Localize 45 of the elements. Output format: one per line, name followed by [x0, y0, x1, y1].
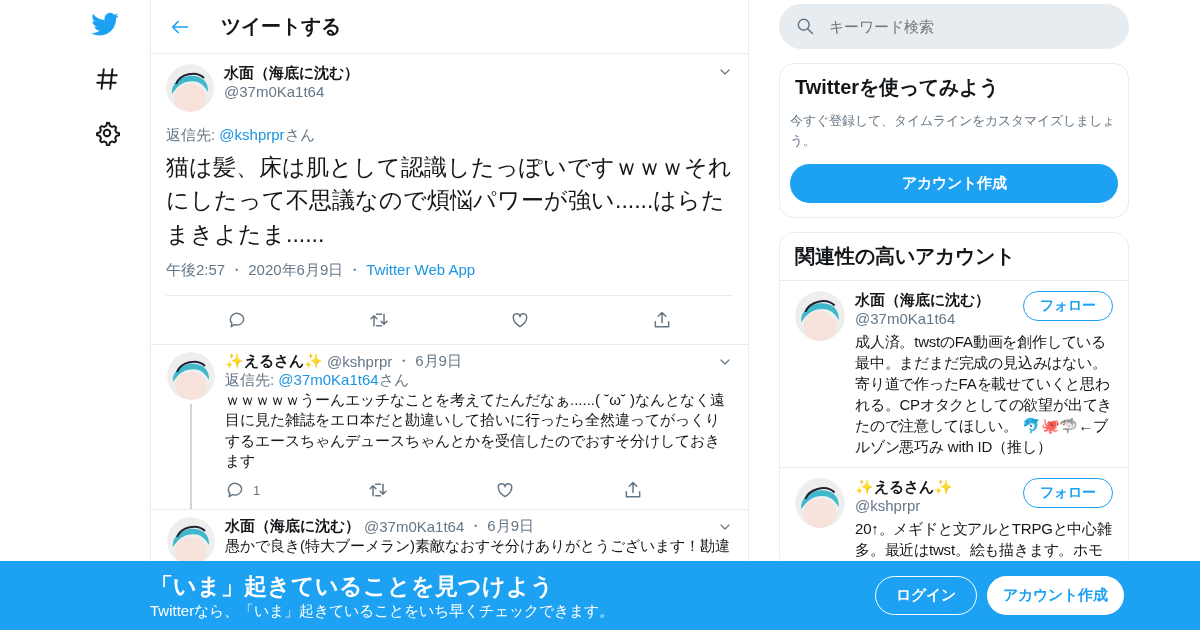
tweet-time: 午後2:57 [166, 261, 226, 281]
signup-button[interactable]: アカウント作成 [987, 576, 1124, 615]
mention-link[interactable]: @37m0Ka1t64 [278, 371, 379, 389]
user-handle: @kshprpr [855, 497, 922, 514]
tweet-date: 6月9日 [487, 517, 534, 537]
source-link[interactable]: Twitter Web App [366, 261, 476, 281]
follow-button[interactable]: フォロー [1023, 478, 1113, 508]
separator: ・ [229, 261, 245, 281]
search-icon[interactable] [795, 16, 815, 36]
user-bio: 成人済。twstのFA動画を創作している最中。まだまだ完成の見込みはない。寄り道で作ったFAを載せていくと思われる。CPオタクとしての欲望が出てきたので注意してほしい。 🐬🐙🦈←ブルゾン悪巧み with ID（推し） [855, 332, 1114, 457]
card-text: 今すぐ登録して、タイムラインをカスタマイズしましょう。 [789, 112, 1116, 150]
reply-context: 返信先: @kshprprさん [166, 126, 316, 145]
user-name: 水面（海底に沈む） [225, 517, 360, 537]
user-handle: @37m0Ka1t64 [224, 83, 326, 100]
follow-button[interactable]: フォロー [1023, 291, 1113, 321]
search-field[interactable]: キーワード検索 [779, 4, 1129, 49]
user-name: ✨えるさん✨ [225, 352, 323, 372]
user-name: 水面（海底に沈む） [855, 291, 991, 310]
tweet-text: ｗｗｗｗｗうーんエッチなことを考えてたんだなぁ......( ˘ω˘ )なんとなく遠目に見た雑誌をエロ本だと勘違いして拾いに行ったら全然違ってがっくりするエースちゃんデュースちゃんとかを受信したのでおすそ分けしておきます [225, 390, 727, 471]
reply-count: 1 [253, 482, 261, 498]
separator: ・ [396, 352, 412, 372]
hashtag-icon[interactable] [94, 66, 120, 92]
mention-link[interactable]: @kshprpr [219, 126, 285, 143]
banner-text: Twitterなら、「いま」起きていることをいち早くチェックできます。 [150, 601, 616, 621]
user-handle: @37m0Ka1t64 [855, 310, 957, 327]
tweet-date: 2020年6月9日 [248, 261, 344, 281]
signup-button[interactable]: アカウント作成 [790, 164, 1118, 203]
user-bio: 20↑。メギドと文アルとTRPGと中心雑多。最近はtwst。絵も描きます。ホモ [855, 519, 1113, 560]
settings-icon[interactable] [94, 120, 120, 146]
user-handle: @37m0Ka1t64 [364, 518, 465, 536]
separator: ・ [347, 261, 363, 281]
user-name: ✨えるさん✨ [855, 478, 954, 497]
user-handle: @kshprpr [327, 353, 393, 371]
tweet-date: 6月9日 [415, 352, 462, 372]
user-name: 水面（海底に沈む） [224, 64, 360, 83]
banner-title: 「いま」起きていることを見つけよう [150, 571, 555, 601]
card-title: Twitterを使ってみよう [794, 75, 1001, 100]
page-title: ツイートする [221, 14, 341, 39]
reply-context: 返信先: @37m0Ka1t64さん [225, 371, 409, 389]
tweet-text: 愚かで良き(特大ブーメラン)素敵なおすそ分けありがとうございます！勘違 [225, 536, 731, 557]
login-button[interactable]: ログイン [875, 576, 977, 615]
bird-logo-icon[interactable] [90, 12, 120, 38]
card-title: 関連性の高いアカウント [794, 244, 1016, 269]
separator: ・ [468, 517, 484, 537]
tweet-text: 猫は髪、床は肌として認識したっぽいですｗｗｗそれにしたって不思議なので煩悩パワーが強い......はらたまきよたま...... [166, 153, 733, 249]
